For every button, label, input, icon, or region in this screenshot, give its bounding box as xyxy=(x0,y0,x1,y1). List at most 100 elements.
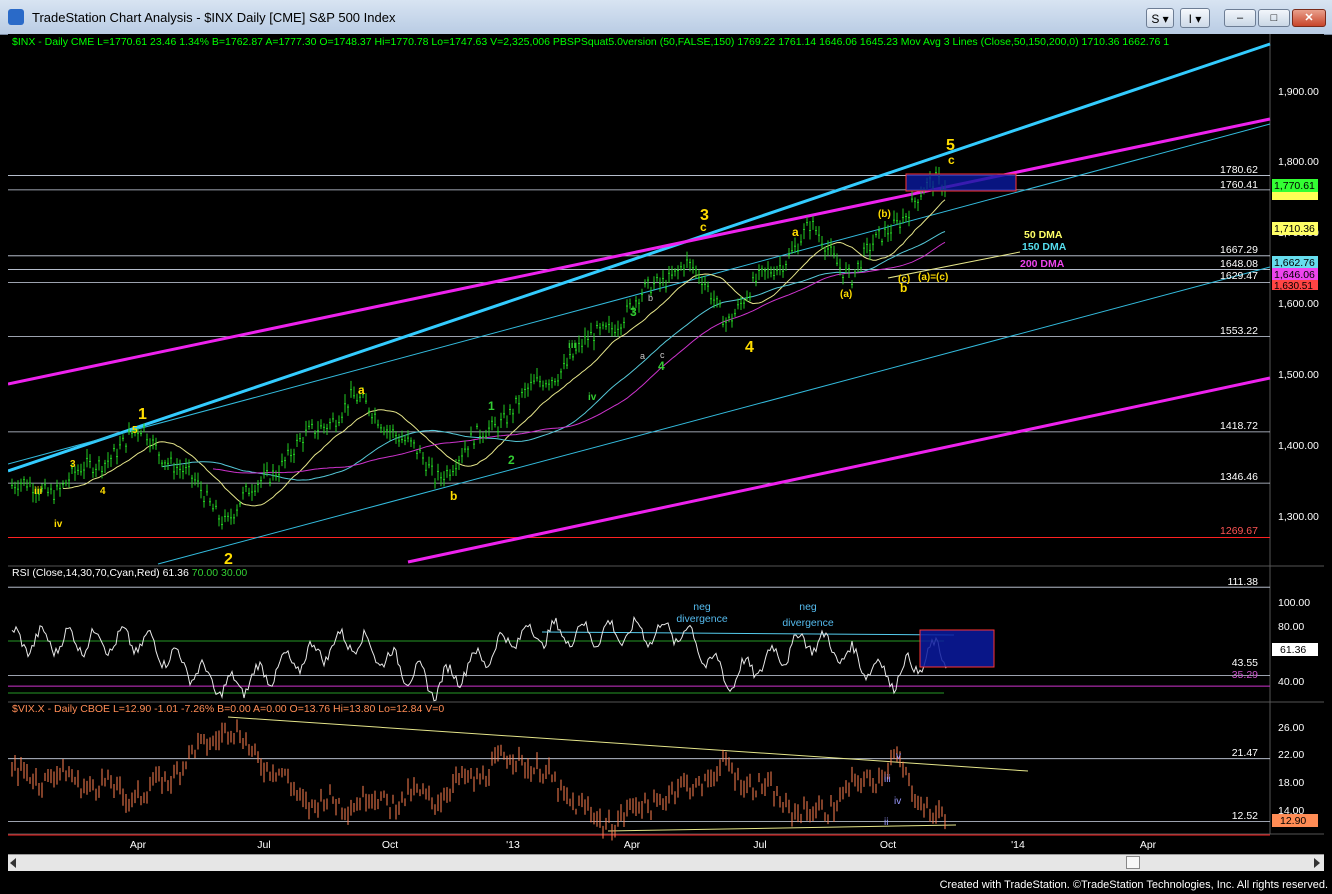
rsi-axis-tick: 80.00 xyxy=(1278,621,1304,633)
subwave-label-left-iv: iv xyxy=(54,519,63,530)
price-header: $INX - Daily CME L=1770.61 23.46 1.34% B… xyxy=(12,36,1169,48)
wave-label-4: 4 xyxy=(745,339,754,356)
wave-label-5: 5 xyxy=(946,137,955,154)
indicator-button[interactable]: I ▾ xyxy=(1180,8,1210,28)
ma50-legend: 50 DMA xyxy=(1024,229,1063,241)
level-label: 1760.41 xyxy=(1220,179,1258,191)
rsi-annotation-line1: neg xyxy=(799,601,817,613)
subwave-label-iii: iii xyxy=(568,340,577,351)
vix-last-tag-text: 12.90 xyxy=(1280,815,1306,827)
ma150-tag-text: 1,662.76 xyxy=(1274,257,1315,269)
wave-label-eb: (b) xyxy=(878,209,891,220)
vix-axis-tick: 18.00 xyxy=(1278,777,1304,789)
level-label: 1346.46 xyxy=(1220,471,1258,483)
rsi-level-label: 43.55 xyxy=(1232,657,1258,669)
vix-axis-tick: 22.00 xyxy=(1278,749,1304,761)
last-price-tag-text: 1,770.61 xyxy=(1274,180,1315,192)
status-bar: Created with TradeStation. ©TradeStation… xyxy=(0,874,1332,894)
window-title: TradeStation Chart Analysis - $INX Daily… xyxy=(32,10,396,25)
wave-label-left-5: 5 xyxy=(132,425,138,436)
subwave-label-left-iii: iii xyxy=(34,486,43,497)
price-tag-partial xyxy=(1272,192,1318,200)
level-label: 1667.29 xyxy=(1220,244,1258,256)
chart-svg[interactable]: $INX - Daily CME L=1770.61 23.46 1.34% B… xyxy=(7,34,1324,851)
vix-wave-label: v xyxy=(896,751,901,762)
rsi-axis-tick: 100.00 xyxy=(1278,597,1310,609)
rsi-annotation-line2: divergence xyxy=(676,613,728,625)
x-axis-label: Oct xyxy=(382,839,398,850)
price-axis-tick: 1,400.00 xyxy=(1278,440,1319,452)
rsi-last-tag-text: 61.36 xyxy=(1280,644,1306,656)
vix-header: $VIX.X - Daily CBOE L=12.90 -1.01 -7.26%… xyxy=(12,703,444,715)
maximize-button[interactable]: □ xyxy=(1258,9,1290,27)
price-axis-tick: 1,900.00 xyxy=(1278,86,1319,98)
x-axis-label: Jul xyxy=(753,839,766,850)
wave-label-ea: (a) xyxy=(840,289,852,300)
copyright-text: Created with TradeStation. ©TradeStation… xyxy=(939,879,1328,891)
wave-label-c2: c xyxy=(700,220,707,234)
vix-level-label: 12.52 xyxy=(1232,810,1258,822)
x-axis-label: Apr xyxy=(1140,839,1157,850)
subwave-label-4: 4 xyxy=(658,359,665,373)
mini-label-b: b xyxy=(648,293,653,303)
chart-area[interactable]: $INX - Daily CME L=1770.61 23.46 1.34% B… xyxy=(7,34,1324,851)
x-axis-label: Apr xyxy=(130,839,147,850)
mini-label-c: c xyxy=(660,350,665,360)
rsi-level-label: 111.38 xyxy=(1227,576,1258,588)
symbol-button[interactable]: S ▾ xyxy=(1146,8,1174,28)
scroll-right-arrow-icon[interactable] xyxy=(1314,858,1320,868)
subwave-label-3: 3 xyxy=(630,305,637,319)
ma200-tag-text: 1,646.06 xyxy=(1274,269,1315,281)
x-axis-label: '14 xyxy=(1011,839,1025,850)
rsi-axis-tick: 40.00 xyxy=(1278,676,1304,688)
horizontal-scrollbar[interactable] xyxy=(8,854,1324,871)
app-icon xyxy=(8,9,24,25)
ma-tag-red-text: 1,630.51 xyxy=(1274,281,1313,292)
level-label: 1629.47 xyxy=(1220,270,1258,282)
subwave-label-2: 2 xyxy=(508,453,515,467)
level-label: 1648.08 xyxy=(1220,258,1258,270)
wave-label-ec: (c) xyxy=(898,274,910,285)
price-axis-tick: 1,300.00 xyxy=(1278,511,1319,523)
close-button[interactable]: ✕ xyxy=(1292,9,1326,27)
title-bar: TradeStation Chart Analysis - $INX Daily… xyxy=(0,0,1332,35)
vix-wave-label: iv xyxy=(894,796,901,807)
level-label: 1269.67 xyxy=(1220,525,1258,537)
price-axis-tick: 1,600.00 xyxy=(1278,298,1319,310)
ma200-legend: 200 DMA xyxy=(1020,258,1065,270)
price-axis-tick: 1,800.00 xyxy=(1278,156,1319,168)
rsi-level-label: 35.29 xyxy=(1232,669,1258,681)
level-label: 1553.22 xyxy=(1220,325,1258,337)
x-axis-label: Jul xyxy=(257,839,270,850)
subwave-label-1: 1 xyxy=(488,399,495,413)
wave-label-2: 2 xyxy=(224,551,233,568)
wave-label-left-3: 3 xyxy=(70,459,76,470)
x-axis-label: '13 xyxy=(506,839,520,850)
wave-label-left-4: 4 xyxy=(100,486,106,497)
price-axis-tick: 1,500.00 xyxy=(1278,369,1319,381)
vix-wave-label: ii xyxy=(884,817,888,828)
rsi-annotation-line2: divergence xyxy=(782,617,834,629)
subwave-label-iv: iv xyxy=(588,392,597,403)
wave-label-c: c xyxy=(948,153,955,167)
rsi-target-box xyxy=(919,629,995,668)
vix-level-label: 21.47 xyxy=(1232,747,1258,759)
rsi-header: RSI (Close,14,30,70,Cyan,Red) 61.36 70.0… xyxy=(12,567,247,579)
level-label: 1780.62 xyxy=(1220,164,1258,176)
mini-label-a: a xyxy=(640,351,645,361)
scroll-left-arrow-icon[interactable] xyxy=(10,858,16,868)
level-label: 1418.72 xyxy=(1220,420,1258,432)
wave-label-a: a xyxy=(358,383,365,397)
vix-wave-label: iii xyxy=(884,774,891,785)
ma50-tag-text: 1,710.36 xyxy=(1274,223,1315,235)
target-box xyxy=(905,173,1017,192)
vix-axis-tick: 26.00 xyxy=(1278,722,1304,734)
minimize-button[interactable]: – xyxy=(1224,9,1256,27)
wave-label-a2: a xyxy=(792,225,799,239)
wave-label-b: b xyxy=(450,489,457,503)
wave-label-acequal: (a)=(c) xyxy=(918,272,948,283)
rsi-annotation-line1: neg xyxy=(693,601,711,613)
ma150-legend: 150 DMA xyxy=(1022,241,1067,253)
wave-label-1: 1 xyxy=(138,406,147,423)
scroll-thumb[interactable] xyxy=(1126,856,1140,869)
